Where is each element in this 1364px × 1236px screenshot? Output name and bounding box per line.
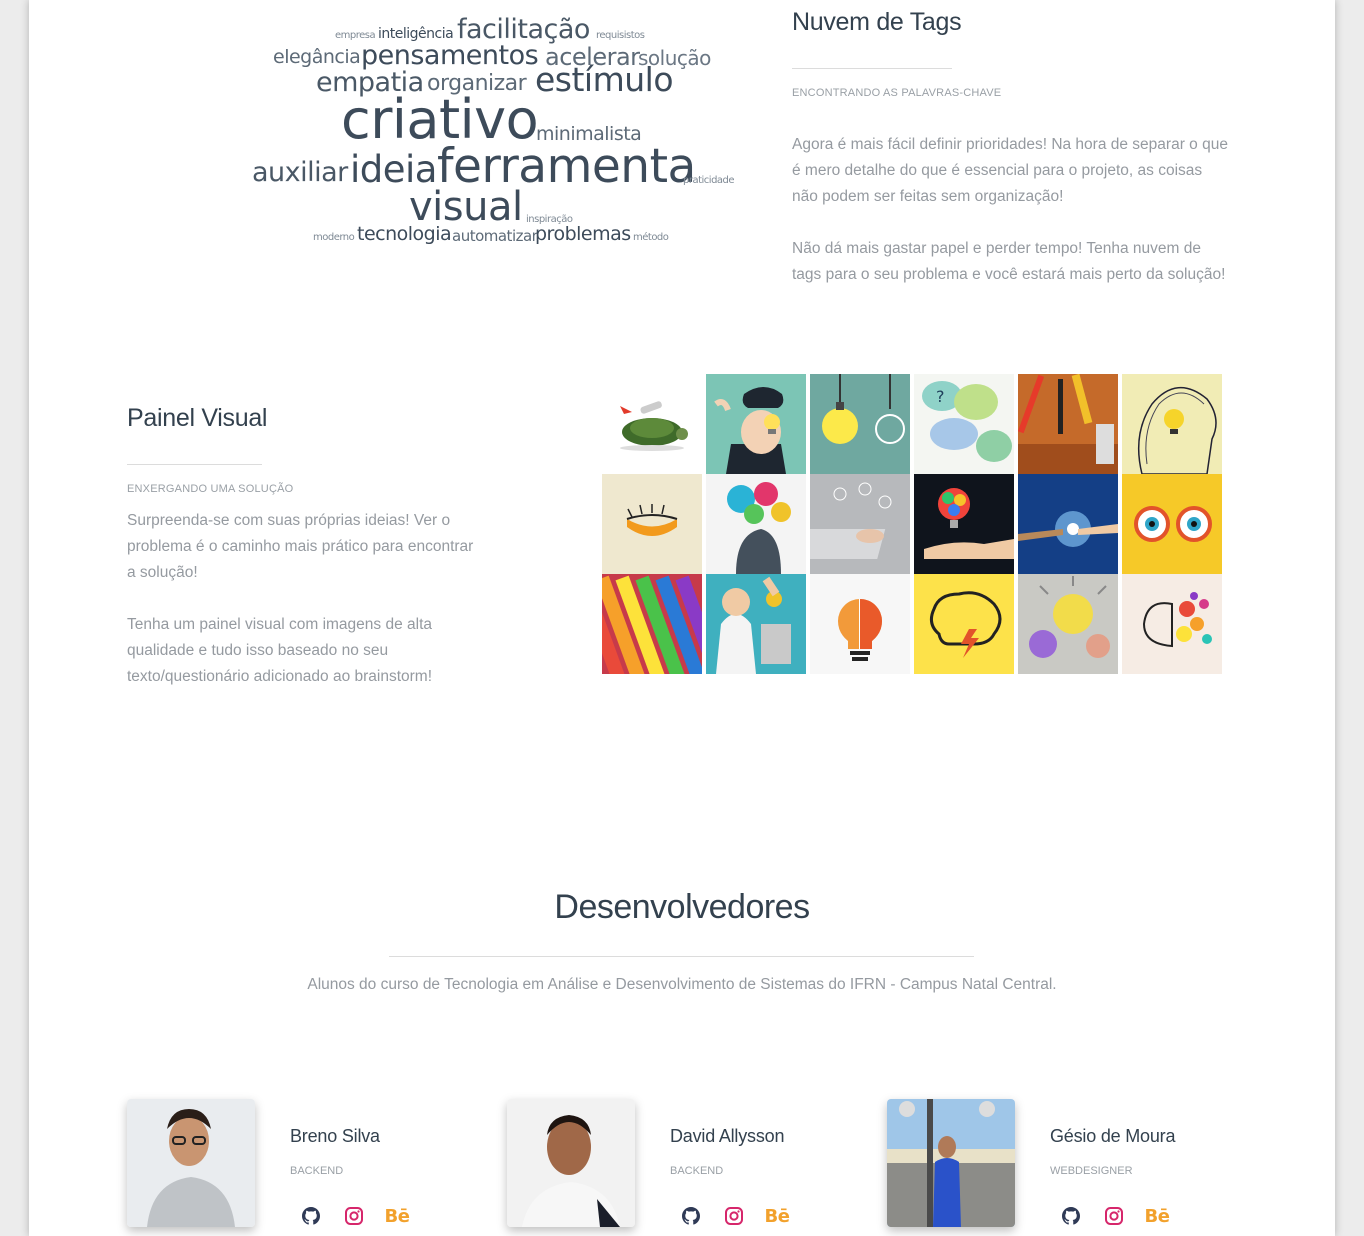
- scribble-head-bulb-image[interactable]: [1122, 374, 1222, 474]
- color-pencils-image[interactable]: [602, 574, 702, 674]
- github-icon[interactable]: [298, 1203, 324, 1229]
- glasses-eyes-image[interactable]: [1122, 474, 1222, 574]
- developer-name: David Allysson: [670, 1126, 785, 1146]
- developer-name: Breno Silva: [290, 1126, 380, 1146]
- tools-belt-image[interactable]: [1018, 374, 1118, 474]
- visual-paragraph-1: Surpreenda-se com suas próprias ideias! …: [127, 512, 474, 581]
- developers-subtitle: Alunos do curso de Tecnologia em Análise…: [307, 976, 1057, 993]
- avatar: [887, 1099, 1015, 1227]
- instagram-icon[interactable]: [1101, 1203, 1127, 1229]
- tag-word[interactable]: inteligência: [378, 27, 454, 41]
- tags-kicker: ENCONTRANDO AS PALAVRAS-CHAVE: [792, 87, 1002, 99]
- hanging-bulbs-image[interactable]: [810, 374, 910, 474]
- github-icon[interactable]: [678, 1203, 704, 1229]
- visual-kicker: ENXERGANDO UMA SOLUÇÃO: [127, 483, 294, 495]
- turtle-rocket-image[interactable]: [602, 374, 702, 474]
- page-container: empresa inteligência facilitação requisi…: [29, 0, 1335, 1236]
- instagram-icon[interactable]: [721, 1203, 747, 1229]
- tag-word[interactable]: ferramenta: [437, 143, 696, 190]
- tag-word[interactable]: elegância: [273, 48, 361, 67]
- brain-bulb-icon-image[interactable]: [810, 574, 910, 674]
- tag-cloud: empresa inteligência facilitação requisi…: [234, 10, 754, 255]
- avatar: [507, 1099, 635, 1227]
- tag-word[interactable]: problemas: [535, 225, 631, 244]
- laptop-typing-image[interactable]: [810, 474, 910, 574]
- robot-human-hands-image[interactable]: [1018, 474, 1118, 574]
- developer-role: BACKEND: [290, 1165, 344, 1177]
- visual-section-title: Painel Visual: [127, 404, 268, 432]
- tag-word[interactable]: ideia: [350, 151, 437, 188]
- head-lightbulb-image[interactable]: [706, 374, 806, 474]
- developers-divider: [389, 956, 974, 957]
- avatar: [127, 1099, 255, 1227]
- brain-lightning-image[interactable]: [914, 574, 1014, 674]
- tags-divider: [792, 68, 952, 69]
- behance-icon[interactable]: Bē: [1144, 1203, 1170, 1229]
- visual-divider: [127, 464, 262, 465]
- tag-word[interactable]: visual: [409, 187, 523, 227]
- tag-word[interactable]: método: [633, 233, 669, 243]
- tag-word[interactable]: moderno: [313, 233, 355, 243]
- tag-word[interactable]: tecnologia: [357, 225, 452, 244]
- tag-word[interactable]: pensamentos: [361, 42, 539, 69]
- tag-word[interactable]: praticidade: [683, 176, 735, 186]
- github-icon[interactable]: [1058, 1203, 1084, 1229]
- bubbles-question-image[interactable]: ?: [914, 374, 1014, 474]
- developer-role: WEBDESIGNER: [1050, 1165, 1133, 1177]
- tag-word[interactable]: requisistos: [596, 31, 645, 41]
- visual-paragraph-2: Tenha um painel visual com imagens de al…: [127, 616, 433, 685]
- svg-text:?: ?: [936, 387, 945, 406]
- tags-paragraph-2: Não dá mais gastar papel e perder tempo!…: [792, 240, 1226, 283]
- behance-icon[interactable]: Bē: [384, 1203, 410, 1229]
- tag-word[interactable]: facilitação: [457, 16, 590, 43]
- instagram-icon[interactable]: [341, 1203, 367, 1229]
- developer-name: Gésio de Moura: [1050, 1126, 1176, 1146]
- hand-colorful-bulb-image[interactable]: [914, 474, 1014, 574]
- tags-paragraph-1: Agora é mais fácil definir prioridades! …: [792, 136, 1228, 205]
- tag-word[interactable]: automatizar: [452, 229, 538, 244]
- tag-word[interactable]: estímulo: [535, 63, 674, 96]
- colorful-splash-head-image[interactable]: [706, 474, 806, 574]
- colorful-brain-image[interactable]: [1122, 574, 1222, 674]
- crumpled-paper-image[interactable]: [1018, 574, 1118, 674]
- coin-slot-head-image[interactable]: [706, 574, 806, 674]
- developers-title: Desenvolvedores: [554, 888, 810, 926]
- behance-icon[interactable]: Bē: [764, 1203, 790, 1229]
- developer-role: BACKEND: [670, 1165, 724, 1177]
- tag-word[interactable]: auxiliar: [252, 159, 348, 186]
- tags-section-title: Nuvem de Tags: [792, 8, 962, 36]
- visual-image-grid: ?: [602, 374, 1222, 674]
- eye-orange-image[interactable]: [602, 474, 702, 574]
